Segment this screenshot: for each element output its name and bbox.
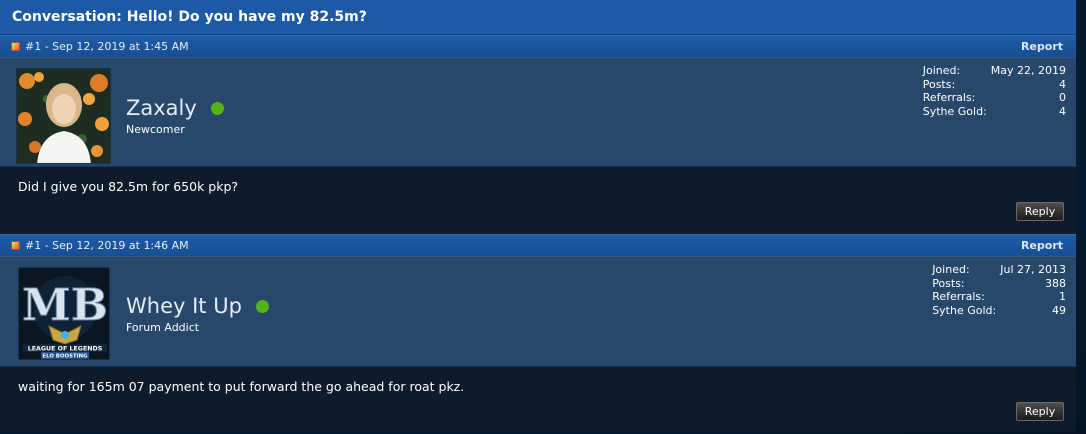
user-stats: Joined: May 22, 2019 Posts: 4 Referrals: 0 …: [923, 64, 1066, 118]
post-header: #1 - Sep 12, 2019 at 1:46 AM Report: [0, 234, 1076, 256]
joined-label: Joined:: [922, 64, 961, 77]
joined-label: Joined:: [932, 263, 970, 276]
report-link[interactable]: Report: [1021, 40, 1063, 53]
user-title: Forum Addict: [126, 321, 200, 334]
posts-value[interactable]: 4: [987, 78, 1066, 92]
avatar-image: [17, 69, 110, 163]
conversation-container: Conversation: Hello! Do you have my 82.5…: [0, 0, 1076, 432]
posts-label: Posts:: [922, 77, 956, 91]
posts-value[interactable]: 388: [996, 277, 1066, 291]
avatar[interactable]: [16, 68, 111, 164]
joined-value: Jul 27, 2013: [1000, 263, 1066, 276]
reply-button[interactable]: Reply: [1016, 402, 1064, 421]
user-title: Newcomer: [126, 123, 185, 136]
username[interactable]: Whey It Up: [126, 294, 242, 318]
user-info-bar: Zaxaly Newcomer Joined: May 22, 2019 Post…: [0, 57, 1076, 167]
avatar-line1: LEAGUE OF LEGENDS: [28, 346, 103, 353]
referrals-value: 1: [1059, 290, 1066, 303]
post-icon: [11, 42, 20, 51]
post-body: waiting for 165m 07 payment to put forwa…: [0, 367, 1076, 432]
user-info-bar: MB LEAGUE OF LEGENDS ELO BOOSTING Whey I…: [0, 256, 1076, 367]
post: #1 - Sep 12, 2019 at 1:45 AM Report Zaxa…: [0, 35, 1076, 234]
avatar-image: MB LEAGUE OF LEGENDS ELO BOOSTING: [19, 268, 109, 360]
gold-label: Sythe Gold:: [922, 104, 987, 118]
report-link[interactable]: Report: [1021, 239, 1063, 252]
avatar-line2: ELO BOOSTING: [42, 354, 88, 360]
avatar[interactable]: MB LEAGUE OF LEGENDS ELO BOOSTING: [18, 267, 110, 360]
referrals-value: 0: [1059, 91, 1066, 104]
post-message: waiting for 165m 07 payment to put forwa…: [18, 379, 465, 394]
post-icon: [11, 241, 20, 250]
referrals-label: Referrals:: [932, 290, 985, 303]
user-stats: Joined: Jul 27, 2013 Posts: 388 Referrals:…: [932, 263, 1066, 317]
post-header: #1 - Sep 12, 2019 at 1:45 AM Report: [0, 35, 1076, 57]
post-number[interactable]: #1 - Sep 12, 2019 at 1:46 AM: [25, 239, 189, 252]
gold-value: 4: [1059, 104, 1066, 118]
post: #1 - Sep 12, 2019 at 1:46 AM Report MB L…: [0, 234, 1076, 432]
gold-value: 49: [1052, 303, 1066, 317]
avatar-monogram: MB: [22, 280, 108, 331]
post-body: Did I give you 82.5m for 650k pkp? Reply: [0, 167, 1076, 234]
reply-button[interactable]: Reply: [1016, 202, 1064, 221]
online-status-icon: [210, 101, 224, 115]
posts-label: Posts:: [932, 276, 965, 290]
joined-value: May 22, 2019: [990, 64, 1066, 77]
post-message: Did I give you 82.5m for 650k pkp?: [18, 179, 239, 194]
gold-label: Sythe Gold:: [932, 303, 997, 317]
post-number[interactable]: #1 - Sep 12, 2019 at 1:45 AM: [25, 40, 189, 53]
referrals-label: Referrals:: [922, 91, 976, 104]
conversation-title: Conversation: Hello! Do you have my 82.5…: [0, 0, 1076, 35]
username[interactable]: Zaxaly: [126, 96, 197, 120]
online-status-icon: [255, 299, 269, 313]
